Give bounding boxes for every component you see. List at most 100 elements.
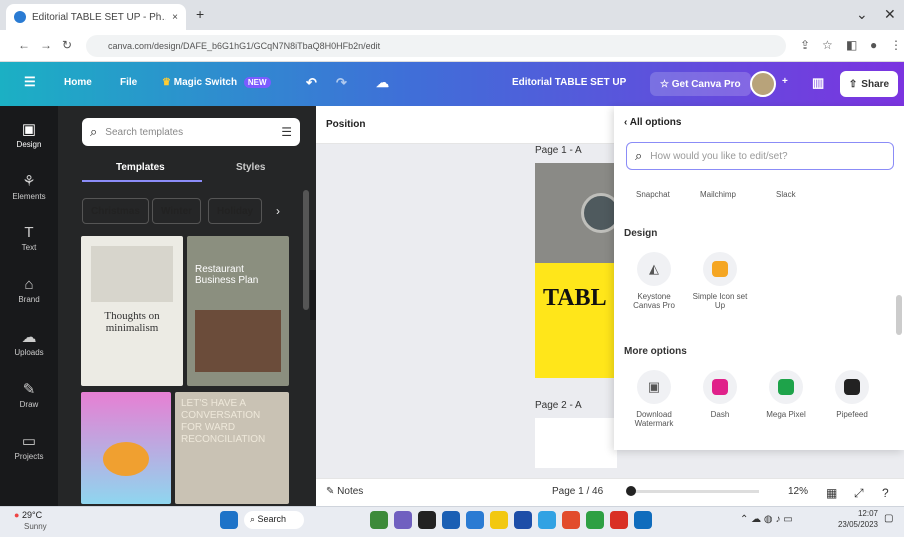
- rail-item-draw[interactable]: ✎ Draw: [0, 380, 58, 409]
- weather-widget[interactable]: ● 29°C: [14, 510, 42, 520]
- forward-icon[interactable]: →: [40, 38, 52, 52]
- rail-item-label: Elements: [12, 192, 46, 201]
- template-search-input[interactable]: ⌕ Search templates ☰: [82, 118, 300, 146]
- app-label[interactable]: Snapchat: [636, 190, 670, 199]
- tab-styles[interactable]: Styles: [236, 162, 265, 173]
- new-tab-icon[interactable]: +: [196, 6, 204, 22]
- app-keystone[interactable]: ◭ Keystone Canvas Pro: [624, 252, 684, 310]
- kebab-menu-icon[interactable]: ⋮: [890, 38, 902, 52]
- url-field[interactable]: canva.com/design/DAFE_b6G1hG1/GCqN7N8iTb…: [86, 35, 786, 57]
- reload-icon[interactable]: ↻: [62, 38, 72, 52]
- options-search-input[interactable]: ⌕ How would you like to edit/set?: [626, 142, 894, 170]
- magic-switch-button[interactable]: ♛ Magic Switch NEW: [162, 77, 271, 88]
- app-icon[interactable]: [634, 511, 652, 529]
- template-card[interactable]: Restaurant Business Plan: [187, 236, 289, 386]
- windows-start-icon[interactable]: [220, 511, 238, 529]
- analytics-icon[interactable]: ▥: [812, 75, 824, 91]
- chip-holiday[interactable]: Holiday: [208, 198, 263, 224]
- share-page-icon[interactable]: ⇪: [800, 38, 810, 52]
- rail-item-uploads[interactable]: ☁ Uploads: [0, 328, 58, 357]
- bookmark-star-icon[interactable]: ☆: [822, 38, 833, 52]
- share-button[interactable]: ⇧ Share: [840, 71, 898, 97]
- template-card[interactable]: LET'S HAVE A CONVERSATION FOR WARD RECON…: [175, 392, 289, 504]
- rail-item-design[interactable]: ▣ Design: [0, 120, 58, 149]
- notes-label: Notes: [337, 486, 364, 497]
- panel-scrollbar[interactable]: [303, 190, 309, 310]
- design-page[interactable]: [535, 418, 617, 468]
- chrome-icon[interactable]: [610, 511, 628, 529]
- rail-item-text[interactable]: T Text: [0, 224, 58, 252]
- filter-icon[interactable]: ☰: [281, 125, 292, 139]
- app-icon[interactable]: [490, 511, 508, 529]
- keystone-icon: ◭: [637, 252, 671, 286]
- close-tab-icon[interactable]: ×: [172, 12, 178, 23]
- taskbar-search[interactable]: ⌕ Search: [244, 511, 304, 529]
- profile-icon[interactable]: ●: [870, 38, 877, 52]
- tab-search-icon[interactable]: ◧: [846, 38, 857, 52]
- app-simple-icon-set[interactable]: Simple Icon set Up: [690, 252, 750, 310]
- rail-item-projects[interactable]: ▭ Projects: [0, 432, 58, 461]
- template-card[interactable]: [81, 392, 171, 504]
- app-dash[interactable]: Dash: [690, 370, 750, 419]
- clock-date[interactable]: 23/05/2023: [826, 520, 878, 529]
- chevron-down-icon[interactable]: ⌄: [856, 6, 868, 23]
- redo-icon[interactable]: ↷: [336, 75, 347, 91]
- app-icon[interactable]: [394, 511, 412, 529]
- rail-item-elements[interactable]: ⚘ Elements: [0, 172, 58, 201]
- app-icon[interactable]: [370, 511, 388, 529]
- design-page[interactable]: TABL: [535, 163, 621, 378]
- get-canva-pro-button[interactable]: ☆ Get Canva Pro: [650, 72, 751, 96]
- template-text: Thoughts on minimalism: [104, 310, 160, 334]
- app-icon[interactable]: [562, 511, 580, 529]
- chip-winter[interactable]: Winter: [152, 198, 202, 224]
- app-icon[interactable]: [442, 511, 460, 529]
- zoom-slider[interactable]: [629, 490, 759, 493]
- popup-scrollbar[interactable]: [896, 295, 902, 335]
- app-pipefeed[interactable]: Pipefeed: [822, 370, 882, 419]
- app-label[interactable]: Slack: [776, 190, 796, 199]
- rail-item-brand[interactable]: ⌂ Brand: [0, 276, 58, 304]
- back-icon[interactable]: ←: [18, 38, 30, 52]
- system-tray-icons[interactable]: ⌃ ☁ ◍ ♪ ▭: [740, 514, 793, 525]
- document-title[interactable]: Editorial TABLE SET UP: [512, 77, 626, 88]
- undo-icon[interactable]: ↶: [306, 75, 317, 91]
- app-icon[interactable]: [418, 511, 436, 529]
- app-icon[interactable]: [514, 511, 532, 529]
- cloud-save-icon[interactable]: ☁: [376, 75, 389, 91]
- notification-icon[interactable]: ▢: [884, 513, 893, 524]
- fullscreen-icon[interactable]: ⤢: [854, 486, 864, 501]
- all-options-back[interactable]: ‹ All options: [624, 117, 681, 128]
- app-label: Simple Icon set Up: [692, 292, 748, 310]
- app-icon[interactable]: [538, 511, 556, 529]
- template-card[interactable]: Thoughts on minimalism: [81, 236, 183, 386]
- app-icon[interactable]: [586, 511, 604, 529]
- pipefeed-icon: [835, 370, 869, 404]
- tab-templates[interactable]: Templates: [116, 162, 165, 173]
- page-label[interactable]: Page 2 - A: [535, 400, 582, 411]
- zoom-slider-handle[interactable]: [626, 486, 636, 496]
- help-icon[interactable]: ?: [882, 486, 889, 500]
- grid-view-icon[interactable]: ▦: [826, 486, 837, 500]
- position-button[interactable]: Position: [326, 119, 365, 130]
- plus-icon[interactable]: +: [782, 76, 788, 87]
- chevron-right-icon[interactable]: ›: [276, 204, 280, 218]
- page-counter[interactable]: Page 1 / 46: [552, 486, 603, 497]
- browser-tab[interactable]: Editorial TABLE SET UP - Ph… ×: [6, 4, 186, 30]
- clock-time[interactable]: 12:07: [842, 509, 878, 518]
- home-button[interactable]: Home: [64, 77, 92, 88]
- zoom-level[interactable]: 12%: [788, 486, 808, 497]
- hamburger-menu-icon[interactable]: ☰: [24, 74, 36, 90]
- app-mega-pixel[interactable]: Mega Pixel: [756, 370, 816, 419]
- notes-button[interactable]: ✎ Notes: [326, 486, 363, 497]
- file-menu-button[interactable]: File: [120, 77, 137, 88]
- app-label: Dash: [710, 410, 730, 419]
- app-icon[interactable]: [466, 511, 484, 529]
- avatar[interactable]: [750, 71, 776, 97]
- app-label[interactable]: Mailchimp: [700, 190, 736, 199]
- upload-icon: ⇧: [848, 78, 858, 90]
- rail-item-label: Text: [21, 243, 37, 252]
- page-label[interactable]: Page 1 - A: [535, 145, 582, 156]
- app-download[interactable]: ▣ Download Watermark: [624, 370, 684, 428]
- close-window-icon[interactable]: ✕: [884, 6, 896, 23]
- chip-christmas[interactable]: Christmas: [82, 198, 149, 224]
